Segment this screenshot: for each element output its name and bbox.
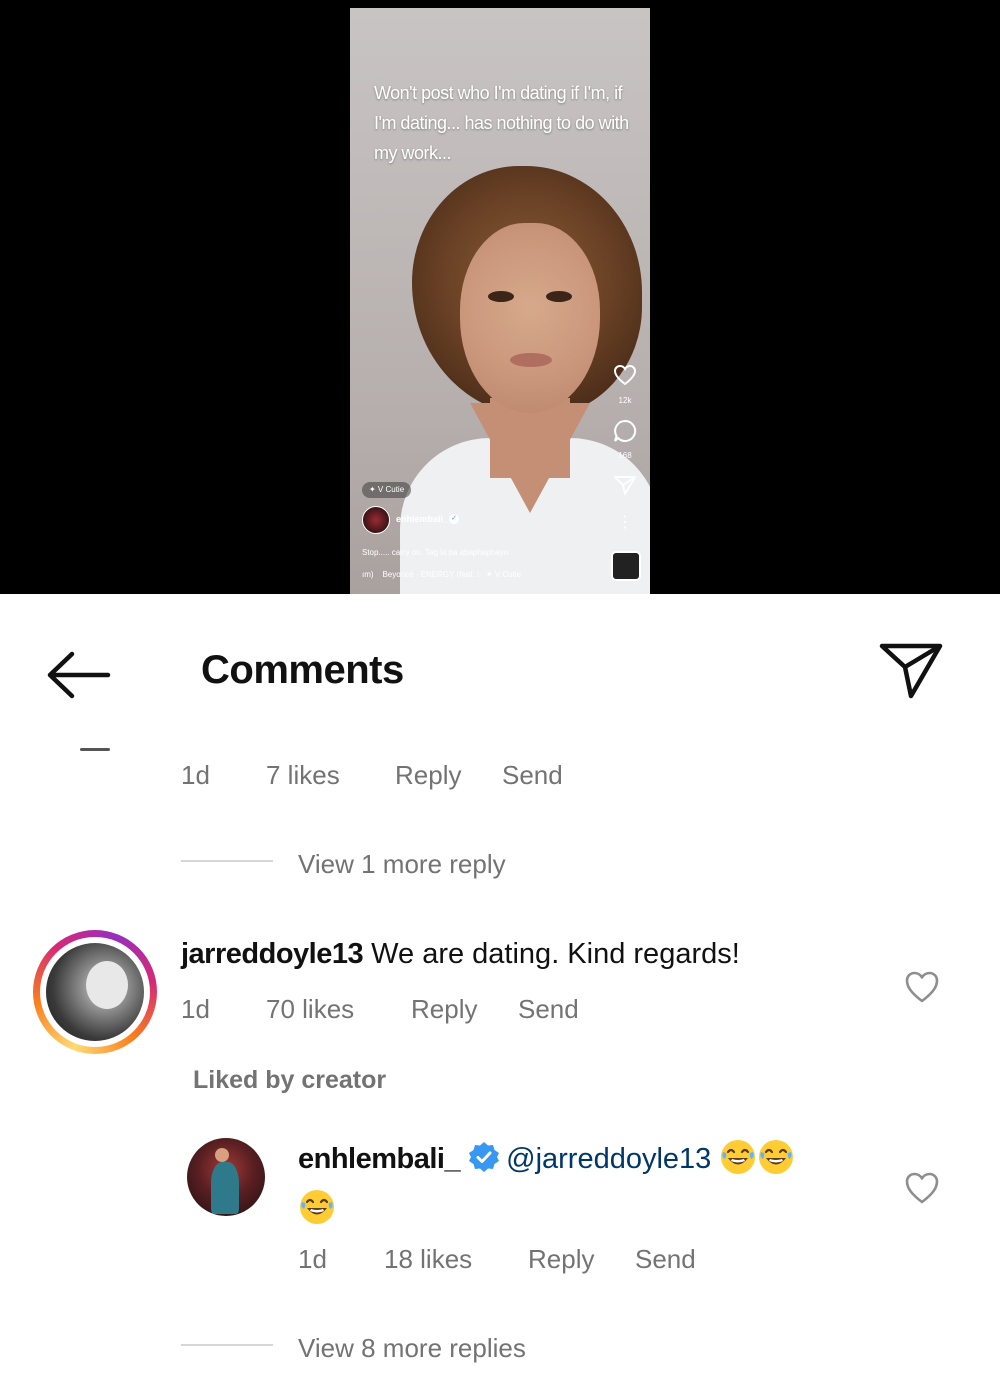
- laughing-emoji-icon: [759, 1140, 794, 1174]
- reel-person-face: [460, 223, 600, 413]
- reply-button[interactable]: Reply: [528, 1244, 594, 1275]
- avatar[interactable]: [187, 1138, 265, 1216]
- page-title: Comments: [201, 648, 404, 692]
- music-prefix: ım): [362, 570, 374, 579]
- sparkle-icon: ✦: [485, 570, 493, 579]
- share-button[interactable]: [878, 640, 944, 702]
- lips: [510, 353, 552, 367]
- divider: [181, 1344, 273, 1346]
- like-count[interactable]: 7 likes: [266, 760, 340, 791]
- back-button[interactable]: [44, 648, 112, 702]
- comment-text: jarreddoyle13 We are dating. Kind regard…: [181, 938, 740, 971]
- reply-button[interactable]: Reply: [395, 760, 461, 791]
- reply-text: enhlembali_ @jarreddoyle13: [298, 1138, 795, 1176]
- view-replies-button[interactable]: View 1 more reply: [298, 849, 506, 880]
- view-replies-button[interactable]: View 8 more replies: [298, 1333, 526, 1364]
- like-count[interactable]: 70 likes: [266, 994, 354, 1025]
- avatar-figure-dress: [211, 1162, 239, 1214]
- audio-thumbnail[interactable]: [611, 551, 641, 581]
- mention-link[interactable]: @jarreddoyle13: [506, 1143, 711, 1175]
- like-count[interactable]: 18 likes: [384, 1244, 472, 1275]
- laughing-emoji-icon: [300, 1190, 334, 1224]
- arrow-left-icon: [47, 651, 111, 699]
- paper-plane-icon: [879, 643, 943, 699]
- reply-button[interactable]: Reply: [411, 994, 477, 1025]
- comment-time: 1d: [181, 994, 210, 1024]
- heart-icon[interactable]: [610, 364, 640, 392]
- verified-badge-icon: ✓: [449, 514, 459, 524]
- share-icon[interactable]: [610, 475, 640, 501]
- reel-user-avatar[interactable]: [362, 506, 390, 534]
- divider: [181, 860, 273, 862]
- comment-time: 1d: [298, 1244, 327, 1274]
- reel-video[interactable]: Won't post who I'm dating if I'm, if I'm…: [350, 8, 650, 594]
- music-effect: V Cutie: [494, 570, 522, 579]
- avatar[interactable]: [46, 943, 144, 1041]
- reel-caption: Stop..... carry on. Tag la ba abaphaphay…: [362, 548, 509, 557]
- laughing-emoji-icon: [721, 1140, 756, 1174]
- eye-right: [546, 291, 572, 302]
- comment-username[interactable]: jarreddoyle13: [181, 938, 364, 970]
- avatar-figure-head: [215, 1148, 229, 1162]
- more-options-icon[interactable]: ⋮: [610, 512, 640, 532]
- send-button[interactable]: Send: [502, 760, 563, 791]
- effect-chip[interactable]: ✦ V Cutie: [362, 482, 412, 498]
- comment-icon[interactable]: [610, 419, 640, 449]
- reel-music-row[interactable]: ım) Beyoncé · ENERGY (feat. I ✦ V Cutie: [362, 570, 521, 579]
- verified-badge-icon: [469, 1142, 500, 1172]
- send-button[interactable]: Send: [518, 994, 579, 1025]
- reel-username[interactable]: enhlembali_: [396, 514, 448, 524]
- music-title: Beyoncé · ENERGY (feat. I: [382, 570, 480, 579]
- reply-username[interactable]: enhlembali_: [298, 1143, 461, 1175]
- comment-time: 1d: [181, 760, 210, 790]
- comment-body: We are dating. Kind regards!: [371, 938, 740, 970]
- reel-overlay-text: Won't post who I'm dating if I'm, if I'm…: [374, 83, 629, 163]
- avatar-face: [86, 961, 128, 1009]
- avatar[interactable]: [80, 748, 110, 751]
- reel-like-count: 12k: [618, 396, 632, 405]
- send-button[interactable]: Send: [635, 1244, 696, 1275]
- liked-by-creator-label: Liked by creator: [193, 1066, 387, 1094]
- reel-comment-count: 168: [618, 451, 632, 460]
- reply-emoji-line: [298, 1188, 336, 1226]
- like-heart-icon[interactable]: [904, 970, 940, 1009]
- like-heart-icon[interactable]: [904, 1171, 940, 1210]
- eye-left: [488, 291, 514, 302]
